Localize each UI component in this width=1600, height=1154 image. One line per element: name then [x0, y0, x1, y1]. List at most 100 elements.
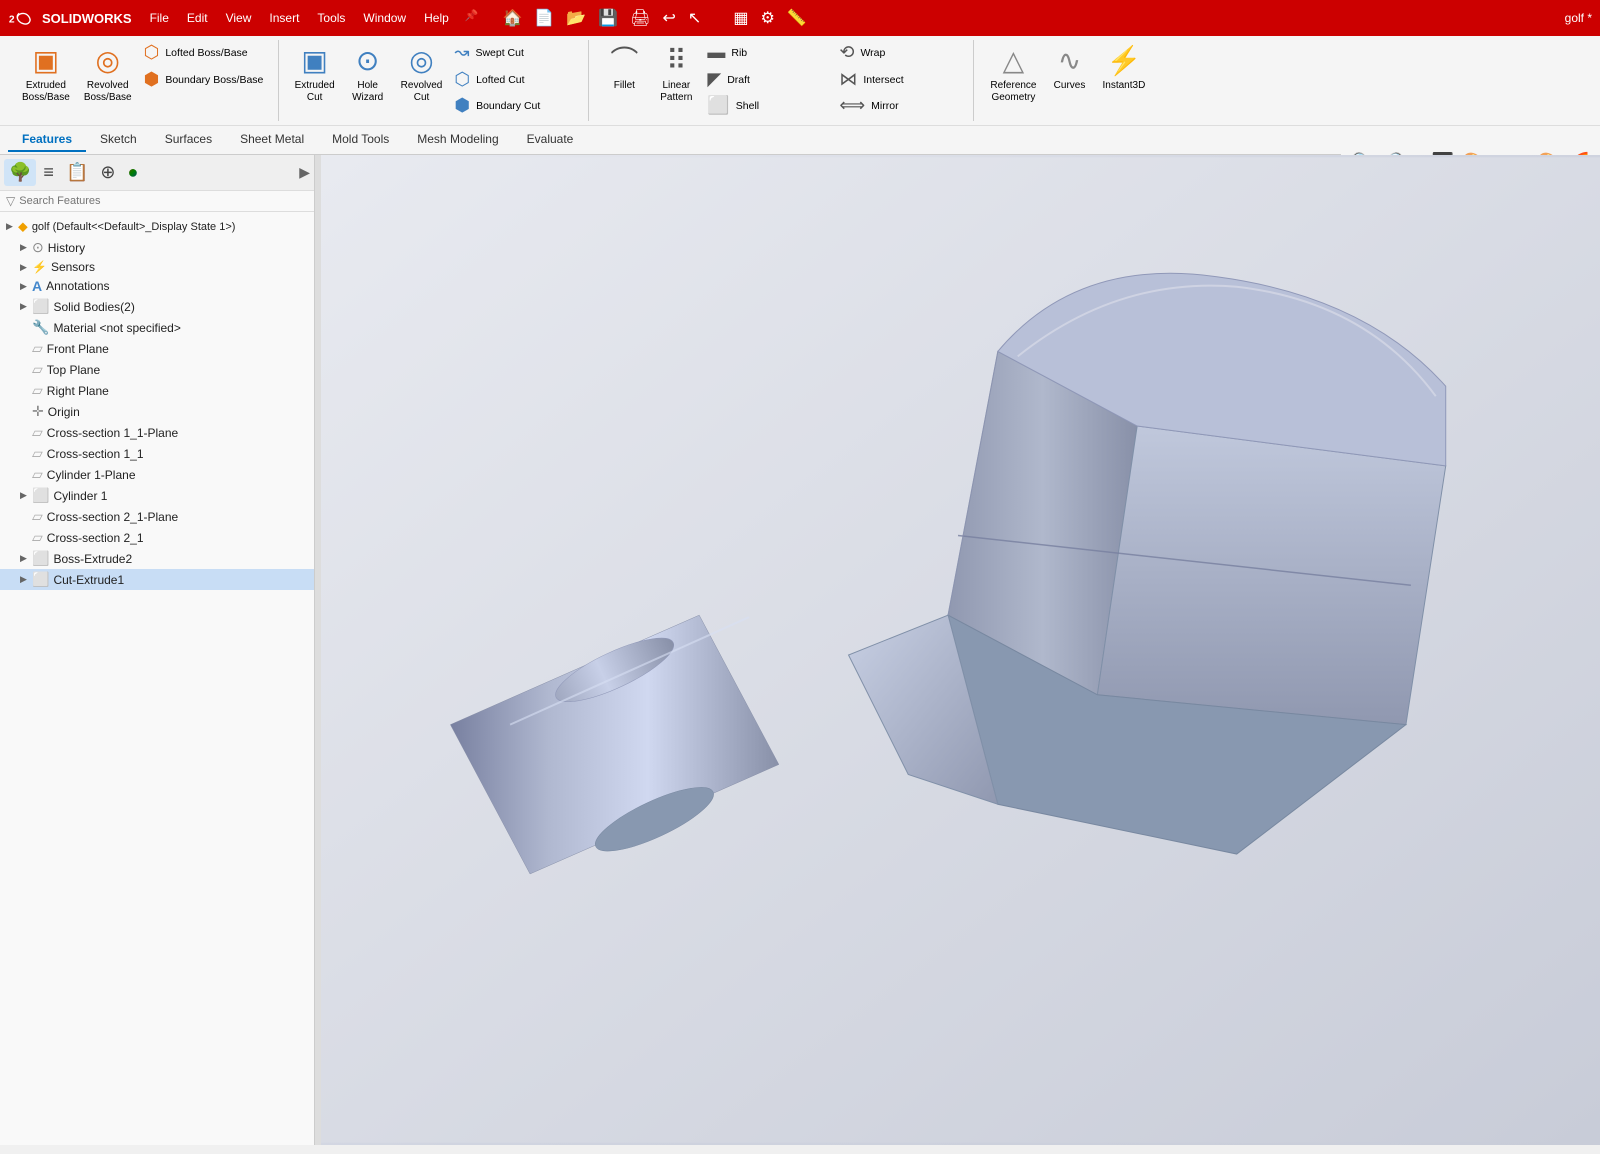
- c1p-icon: ▱: [32, 466, 43, 483]
- display-manager-tab[interactable]: ●: [122, 159, 143, 186]
- swept-cut-button[interactable]: ↝ Swept Cut: [450, 40, 580, 67]
- tab-mold-tools[interactable]: Mold Tools: [318, 128, 403, 152]
- new-icon[interactable]: 📄: [530, 6, 558, 30]
- cursor-icon[interactable]: ↖: [684, 6, 705, 30]
- fillet-icon: ⌒: [610, 44, 638, 78]
- tab-sheet-metal[interactable]: Sheet Metal: [226, 128, 318, 152]
- boundary-cut-button[interactable]: ⬢ Boundary Cut: [450, 93, 580, 120]
- curves-button[interactable]: ∿ Curves: [1045, 40, 1095, 96]
- tree-material[interactable]: ▶ 🔧 Material <not specified>: [0, 317, 314, 338]
- mirror-icon: ⟺: [839, 95, 865, 117]
- tree-sensors[interactable]: ▶ ⚡ Sensors: [0, 258, 314, 276]
- shell-button[interactable]: ⬜ Shell: [703, 93, 833, 120]
- menu-bar: File Edit View Insert Tools Window Help …: [142, 9, 479, 27]
- be2-label: Boss-Extrude2: [53, 552, 132, 566]
- root-icon: ⬥: [18, 218, 28, 235]
- lofted-cut-icon: ⬡: [454, 69, 470, 91]
- cs21-icon: ▱: [32, 529, 43, 546]
- hole-wizard-button[interactable]: ⊙ Hole Wizard: [343, 40, 393, 108]
- extruded-boss-icon: ▣: [33, 44, 59, 78]
- menu-help[interactable]: Help: [416, 9, 457, 27]
- menu-window[interactable]: Window: [355, 9, 414, 27]
- grid-icon[interactable]: ▦: [729, 6, 752, 30]
- tree-boss-extrude2[interactable]: ▶ ⬜ Boss-Extrude2: [0, 548, 314, 569]
- menu-view[interactable]: View: [218, 9, 260, 27]
- print-icon[interactable]: 🖨: [626, 6, 654, 30]
- menu-file[interactable]: File: [142, 9, 177, 27]
- boundary-cut-label: Boundary Cut: [476, 100, 540, 113]
- feature-manager-tab[interactable]: 🌳: [4, 159, 36, 186]
- tab-surfaces[interactable]: Surfaces: [151, 128, 226, 152]
- intersect-button[interactable]: ⋈ Intersect: [835, 67, 965, 94]
- ce1-icon: ⬜: [32, 571, 49, 588]
- cs11p-icon: ▱: [32, 424, 43, 441]
- 3d-viewport[interactable]: [321, 155, 1600, 1145]
- measure-icon[interactable]: 📏: [783, 6, 811, 30]
- hole-wizard-icon: ⊙: [356, 44, 379, 78]
- extruded-boss-label: Extruded Boss/Base: [22, 80, 70, 104]
- modify-group: ⌒ Fillet ⠿ Linear Pattern ▬ Rib ◤ Draft …: [591, 40, 974, 121]
- expand-ce1-icon: ▶: [20, 574, 32, 585]
- wrap-button[interactable]: ⟲ Wrap: [835, 40, 965, 67]
- tree-cross-section-1-1[interactable]: ▶ ▱ Cross-section 1_1: [0, 443, 314, 464]
- mirror-label: Mirror: [871, 100, 898, 113]
- tree-top-plane[interactable]: ▶ ▱ Top Plane: [0, 359, 314, 380]
- home-icon[interactable]: 🏠: [499, 6, 527, 30]
- linear-pattern-icon: ⠿: [666, 44, 687, 78]
- extruded-cut-label: Extruded Cut: [295, 80, 335, 104]
- lofted-boss-button[interactable]: ⬡ Lofted Boss/Base: [140, 40, 270, 67]
- tree-root[interactable]: ▶ ⬥ golf (Default<<Default>_Display Stat…: [0, 216, 314, 237]
- reference-geometry-button[interactable]: △ Reference Geometry: [984, 40, 1042, 108]
- mirror-button[interactable]: ⟺ Mirror: [835, 93, 965, 120]
- menu-tools[interactable]: Tools: [309, 9, 353, 27]
- tab-features[interactable]: Features: [8, 128, 86, 152]
- revolved-cut-button[interactable]: ◎ Revolved Cut: [395, 40, 449, 108]
- tree-cut-extrude1[interactable]: ▶ ⬜ Cut-Extrude1: [0, 569, 314, 590]
- tab-mesh-modeling[interactable]: Mesh Modeling: [403, 128, 512, 152]
- tree-solid-bodies[interactable]: ▶ ⬜ Solid Bodies(2): [0, 296, 314, 317]
- rib-label: Rib: [731, 47, 747, 60]
- rib-button[interactable]: ▬ Rib: [703, 40, 833, 67]
- c1-label: Cylinder 1: [53, 489, 107, 503]
- cs11p-label: Cross-section 1_1-Plane: [47, 426, 178, 440]
- revolved-boss-button[interactable]: ◎ Revolved Boss/Base: [78, 40, 138, 108]
- rib-icon: ▬: [707, 42, 725, 64]
- dim-manager-tab[interactable]: ⊕: [95, 159, 120, 186]
- tree-cylinder-1-plane[interactable]: ▶ ▱ Cylinder 1-Plane: [0, 464, 314, 485]
- lofted-cut-button[interactable]: ⬡ Lofted Cut: [450, 67, 580, 94]
- tree-history[interactable]: ▶ ⊙ History: [0, 237, 314, 258]
- top-plane-icon: ▱: [32, 361, 43, 378]
- instant3d-button[interactable]: ⚡ Instant3D: [1097, 40, 1152, 96]
- tree-cross-section-2-1[interactable]: ▶ ▱ Cross-section 2_1: [0, 527, 314, 548]
- expand-sidebar-icon[interactable]: ▶: [299, 164, 310, 181]
- menu-edit[interactable]: Edit: [179, 9, 216, 27]
- tab-sketch[interactable]: Sketch: [86, 128, 151, 152]
- ce1-label: Cut-Extrude1: [53, 573, 124, 587]
- tab-evaluate[interactable]: Evaluate: [513, 128, 588, 152]
- open-icon[interactable]: 📂: [562, 6, 590, 30]
- config-manager-tab[interactable]: 📋: [61, 159, 93, 186]
- draft-button[interactable]: ◤ Draft: [703, 67, 833, 94]
- save-icon[interactable]: 💾: [594, 6, 622, 30]
- undo-icon[interactable]: ↩: [659, 6, 680, 30]
- extruded-boss-button[interactable]: ▣ Extruded Boss/Base: [16, 40, 76, 108]
- lofted-cut-label: Lofted Cut: [476, 74, 524, 87]
- property-manager-tab[interactable]: ≡: [38, 159, 59, 186]
- tree-front-plane[interactable]: ▶ ▱ Front Plane: [0, 338, 314, 359]
- extruded-cut-button[interactable]: ▣ Extruded Cut: [289, 40, 341, 108]
- tree-origin[interactable]: ▶ ✛ Origin: [0, 401, 314, 422]
- revolved-cut-label: Revolved Cut: [401, 80, 443, 104]
- settings-icon[interactable]: ⚙: [756, 6, 778, 30]
- filter-input[interactable]: [19, 195, 308, 207]
- fillet-button[interactable]: ⌒ Fillet: [599, 40, 649, 96]
- tree-annotations[interactable]: ▶ A Annotations: [0, 276, 314, 296]
- tree-cylinder-1[interactable]: ▶ ⬜ Cylinder 1: [0, 485, 314, 506]
- stop-icon[interactable]: ⏹: [709, 7, 725, 29]
- menu-insert[interactable]: Insert: [261, 9, 307, 27]
- tree-right-plane[interactable]: ▶ ▱ Right Plane: [0, 380, 314, 401]
- linear-pattern-button[interactable]: ⠿ Linear Pattern: [651, 40, 701, 108]
- feature-manager-panel: 🌳 ≡ 📋 ⊕ ● ▶ ▽ ▶ ⬥ golf (Default<<Default…: [0, 155, 315, 1145]
- tree-cross-section-1-1-plane[interactable]: ▶ ▱ Cross-section 1_1-Plane: [0, 422, 314, 443]
- tree-cross-section-2-1-plane[interactable]: ▶ ▱ Cross-section 2_1-Plane: [0, 506, 314, 527]
- boundary-boss-button[interactable]: ⬢ Boundary Boss/Base: [140, 67, 270, 94]
